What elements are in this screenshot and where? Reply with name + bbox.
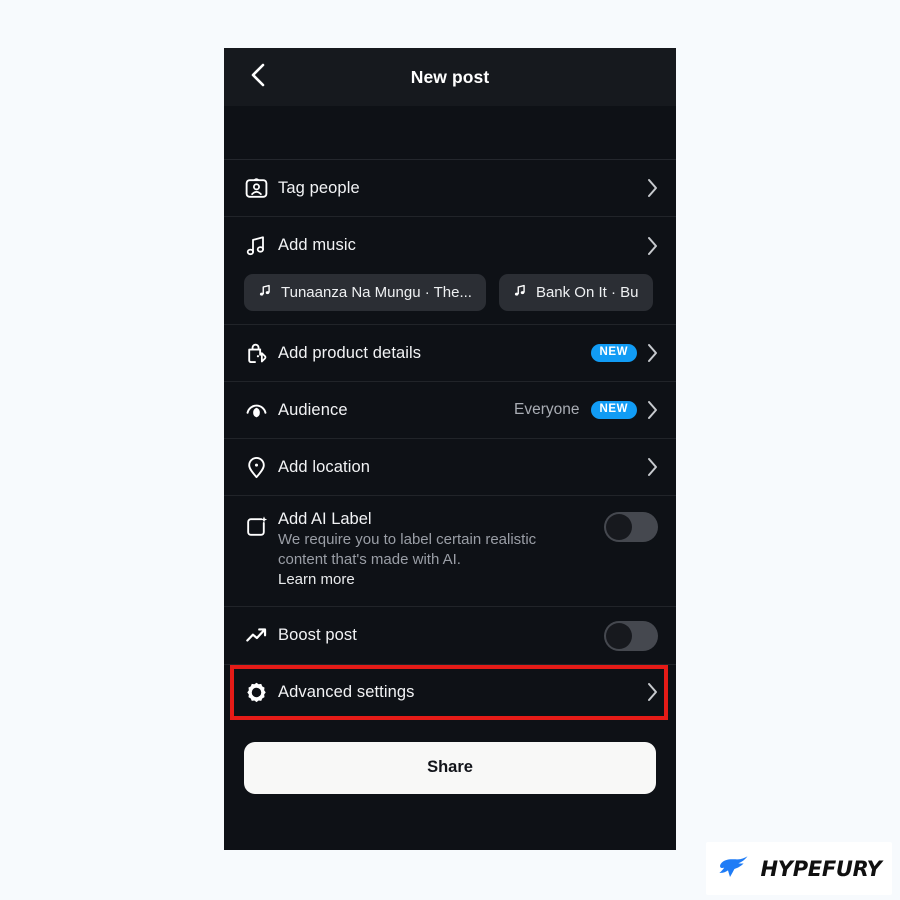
boost-post-toggle[interactable] <box>604 621 658 652</box>
shopping-bag-tag-icon <box>244 341 278 366</box>
row-tag-people[interactable]: Tag people <box>224 160 676 217</box>
chevron-right-icon <box>647 236 658 256</box>
hypefury-wordmark: HYPEFURY <box>760 856 882 881</box>
row-boost-post[interactable]: Boost post <box>224 606 676 665</box>
row-label: Boost post <box>278 625 357 644</box>
audience-value: Everyone <box>514 401 580 418</box>
back-button[interactable] <box>238 48 278 106</box>
row-audience[interactable]: Audience Everyone NEW <box>224 382 676 439</box>
music-chip[interactable]: Tunaanza Na Mungu · The... <box>244 274 486 311</box>
music-chip[interactable]: Bank On It · Bu <box>498 274 653 311</box>
chevron-left-icon <box>250 62 266 93</box>
toggle-knob <box>606 623 632 650</box>
ai-sparkle-icon <box>244 510 278 539</box>
row-label: Audience <box>278 400 348 419</box>
row-advanced-settings[interactable]: Advanced settings <box>224 664 676 720</box>
phone-screen: New post Tag people Add music Tunaanza N… <box>224 48 676 850</box>
audience-eye-icon <box>244 398 278 423</box>
row-add-ai-label[interactable]: Add AI Label We require you to label cer… <box>224 496 676 607</box>
music-note-icon <box>513 283 527 302</box>
chevron-right-icon <box>647 343 658 363</box>
ai-label-toggle[interactable] <box>604 512 658 542</box>
share-area: Share <box>224 719 676 794</box>
trending-up-icon <box>244 623 278 648</box>
page-title: New post <box>410 66 490 87</box>
ai-label-title: Add AI Label <box>278 510 372 528</box>
row-add-music[interactable]: Add music <box>224 217 676 274</box>
music-note-icon <box>244 233 278 258</box>
tag-people-icon <box>244 176 278 201</box>
hypefury-bird-icon <box>717 853 751 885</box>
ai-label-text-block: Add AI Label We require you to label cer… <box>278 510 604 590</box>
row-label: Add music <box>278 236 356 254</box>
toggle-knob <box>606 514 632 540</box>
chevron-right-icon <box>647 400 658 420</box>
music-suggestion-list: Tunaanza Na Mungu · The... Bank On It · … <box>224 274 676 325</box>
row-add-product-details[interactable]: Add product details NEW <box>224 325 676 382</box>
status-badge: NEW <box>590 400 637 420</box>
music-chip-title: Tunaanza Na Mungu · The... <box>281 284 472 301</box>
share-button[interactable]: Share <box>244 741 656 794</box>
chevron-right-icon <box>647 457 658 477</box>
row-label: Advanced settings <box>278 682 415 701</box>
location-pin-icon <box>244 455 278 480</box>
advanced-settings-wrapper: Advanced settings <box>224 664 676 720</box>
music-chip-title: Bank On It · Bu <box>535 284 639 301</box>
music-note-icon <box>258 283 272 302</box>
hypefury-watermark: HYPEFURY <box>706 842 892 895</box>
row-label: Add location <box>278 457 371 476</box>
chevron-right-icon <box>647 178 658 198</box>
header-spacer <box>224 106 676 160</box>
learn-more-link[interactable]: Learn more <box>278 570 604 590</box>
gear-icon <box>244 680 278 705</box>
row-label: Tag people <box>278 178 360 197</box>
status-badge: NEW <box>590 343 637 363</box>
ai-label-description: We require you to label certain realisti… <box>278 531 537 568</box>
row-add-location[interactable]: Add location <box>224 439 676 496</box>
chevron-right-icon <box>647 682 658 702</box>
row-label: Add product details <box>278 343 422 362</box>
app-header: New post <box>224 48 676 106</box>
